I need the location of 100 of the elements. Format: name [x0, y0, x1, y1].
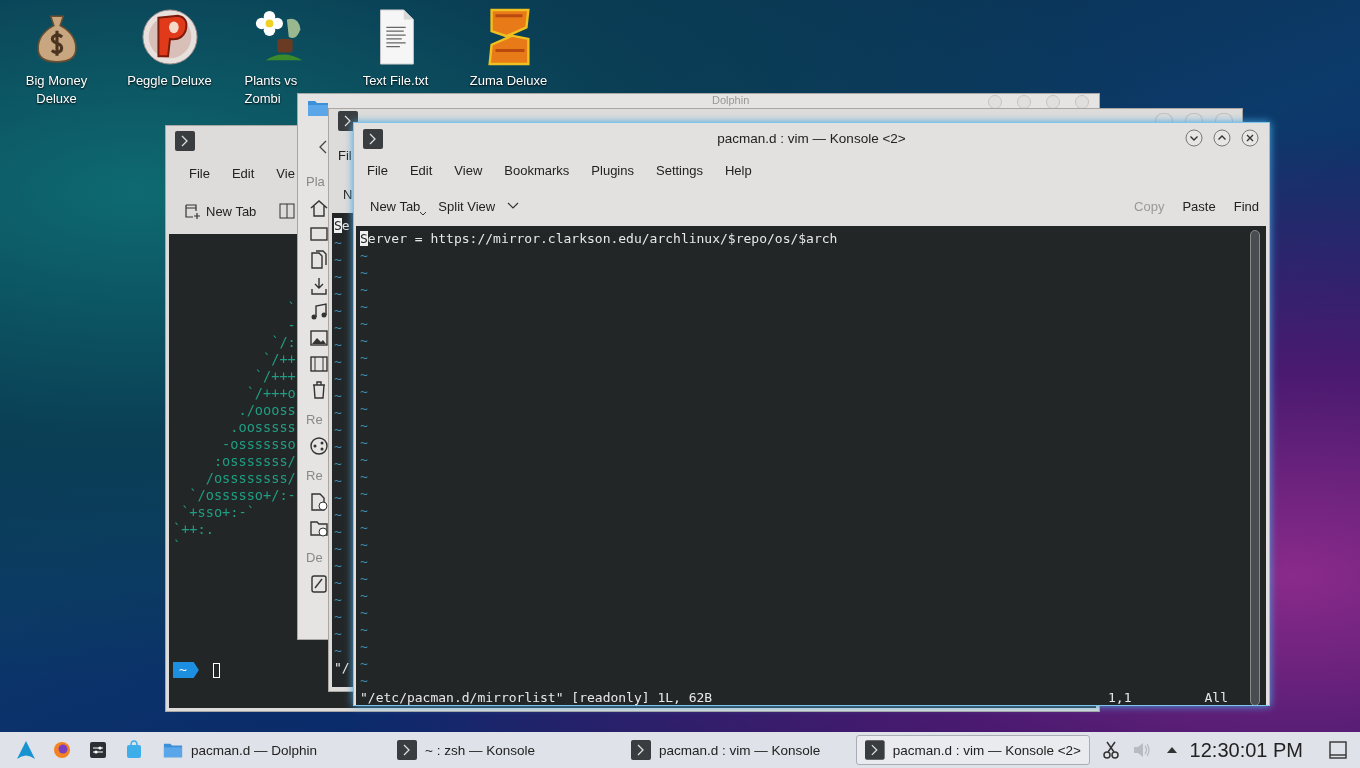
empty-line-marker: ~	[360, 417, 368, 434]
empty-line-marker: ~	[334, 336, 342, 353]
sidebar-heading: Pla	[306, 173, 325, 191]
taskbar-task[interactable]: ~ : zsh — Konsole	[388, 735, 622, 765]
maximize-icon[interactable]	[1213, 129, 1231, 147]
split-view-icon[interactable]	[278, 202, 297, 220]
sidebar-heading: Re	[306, 411, 323, 429]
home-icon[interactable]	[309, 198, 329, 218]
browser-icon[interactable]	[52, 740, 72, 760]
taskbar-task[interactable]: pacman.d : vim — Konsole	[622, 735, 856, 765]
recent-icon[interactable]	[309, 492, 329, 512]
taskbar-task[interactable]: pacman.d — Dolphin	[154, 735, 388, 765]
empty-line-marker: ~	[334, 489, 342, 506]
status-line: "/etc/pacman.d/mirrorlist" [readonly] 1L, 62B	[360, 689, 713, 705]
empty-line-marker: ~	[360, 298, 368, 315]
desktop-icon-label[interactable]: Plants vs Zombi	[244, 72, 307, 108]
ascii-art-line: `/:	[270, 334, 296, 351]
menu-item[interactable]: Plugins	[591, 162, 634, 178]
empty-line-marker: ~	[334, 642, 342, 659]
ascii-art-line: `/+++	[253, 368, 296, 385]
video-icon[interactable]	[309, 354, 329, 374]
toolbar-button[interactable]: Find	[1227, 194, 1265, 218]
menu-item[interactable]: File	[367, 162, 388, 178]
text-cursor	[212, 662, 220, 678]
toolbar-button[interactable]: Paste	[1176, 194, 1222, 218]
empty-line-marker: ~	[360, 553, 368, 570]
empty-line-marker: ~	[334, 387, 342, 404]
clock[interactable]: 12:30:01 PM	[1189, 738, 1303, 762]
empty-line-marker: ~	[334, 438, 342, 455]
download-icon[interactable]	[309, 276, 329, 296]
network-icon[interactable]	[309, 436, 329, 456]
menu-item[interactable]: Bookmarks	[504, 162, 570, 178]
show-desktop-icon[interactable]	[1328, 740, 1348, 760]
empty-line-marker: ~	[360, 536, 368, 553]
empty-line-marker: ~	[360, 638, 368, 655]
terminal-icon	[175, 131, 195, 151]
desktop-icon[interactable]	[309, 224, 329, 244]
docs-icon[interactable]	[309, 250, 329, 270]
caret-icon	[419, 210, 428, 217]
empty-line-marker: ~	[360, 315, 368, 332]
recentfolder-icon[interactable]	[309, 518, 329, 538]
toolbar-button[interactable]: Split View	[432, 194, 526, 218]
menu-item[interactable]: View	[454, 162, 483, 178]
taskbar-task[interactable]: pacman.d : vim — Konsole <2>	[856, 735, 1090, 765]
folder-icon	[307, 98, 329, 118]
status-line: "/	[334, 659, 350, 676]
empty-line-marker: ~	[334, 370, 342, 387]
device-icon[interactable]	[309, 574, 329, 594]
menu-item[interactable]: Settings	[656, 162, 703, 178]
menu-item[interactable]: Edit	[409, 162, 433, 178]
prompt-badge: ~	[173, 662, 199, 678]
ascii-art-line: `/ossssso+/:-	[188, 487, 296, 504]
ascii-art-line: `	[173, 538, 182, 555]
empty-line-marker: ~	[334, 591, 342, 608]
empty-line-marker: ~	[360, 451, 368, 468]
launcher-icon[interactable]	[16, 740, 36, 760]
new-tab-button[interactable]: New Tab	[178, 198, 263, 224]
expand-arrow-icon[interactable]	[1165, 746, 1178, 754]
desktop-icon-label[interactable]: Zuma Deluxe	[453, 72, 564, 90]
menu-item[interactable]: Help	[724, 162, 752, 178]
terminal-icon	[397, 740, 417, 760]
empty-line-marker: ~	[334, 625, 342, 642]
minimize-icon[interactable]	[1185, 129, 1203, 147]
ascii-art-line: `+sso+:-`	[180, 504, 255, 521]
ascii-art-line: /ossssssss/	[204, 470, 296, 487]
ascii-art-line: .oosssss	[229, 419, 296, 436]
empty-line-marker: ~	[360, 485, 368, 502]
empty-line-marker: ~	[334, 421, 342, 438]
music-icon[interactable]	[309, 302, 329, 322]
empty-line-marker: ~	[360, 621, 368, 638]
ascii-art-line: `/++	[262, 351, 296, 368]
sidebar-heading: De	[306, 549, 323, 567]
scrollbar[interactable]	[1250, 230, 1260, 705]
terminal-icon	[363, 128, 383, 149]
chevron-down-icon	[507, 202, 520, 210]
menu-item[interactable]: Fil	[338, 147, 352, 163]
empty-line-marker: ~	[334, 472, 342, 489]
empty-line-marker: ~	[334, 268, 342, 285]
toolbar-button[interactable]: N	[343, 186, 353, 202]
desktop-icon-label[interactable]: Big Money Deluxe	[18, 72, 95, 108]
empty-line-marker: ~	[334, 574, 342, 591]
scissors-icon[interactable]	[1100, 740, 1121, 760]
menu-item[interactable]: File	[189, 165, 210, 181]
settings-icon[interactable]	[88, 740, 108, 760]
empty-line-marker: ~	[360, 604, 368, 621]
desktop-icon-label[interactable]: Text File.txt	[340, 72, 451, 90]
menu-item[interactable]: Vie	[276, 165, 295, 181]
image-icon[interactable]	[309, 328, 329, 348]
ascii-art-line: `/+++o	[245, 385, 296, 402]
close-icon[interactable]	[1241, 129, 1259, 147]
ball-icon[interactable]	[140, 8, 199, 66]
cursor-position: 1,1	[1108, 689, 1132, 705]
empty-line-marker: ~	[360, 332, 368, 349]
window-title: pacman.d : vim — Konsole <2>	[717, 131, 906, 146]
empty-line-marker: ~	[360, 264, 368, 281]
empty-line-marker: ~	[334, 353, 342, 370]
toolbar-button[interactable]: New Tab	[364, 194, 427, 218]
menu-item[interactable]: Edit	[231, 165, 255, 181]
desktop-icon-label[interactable]: Peggle Deluxe	[114, 72, 225, 90]
empty-line-marker: ~	[334, 523, 342, 540]
